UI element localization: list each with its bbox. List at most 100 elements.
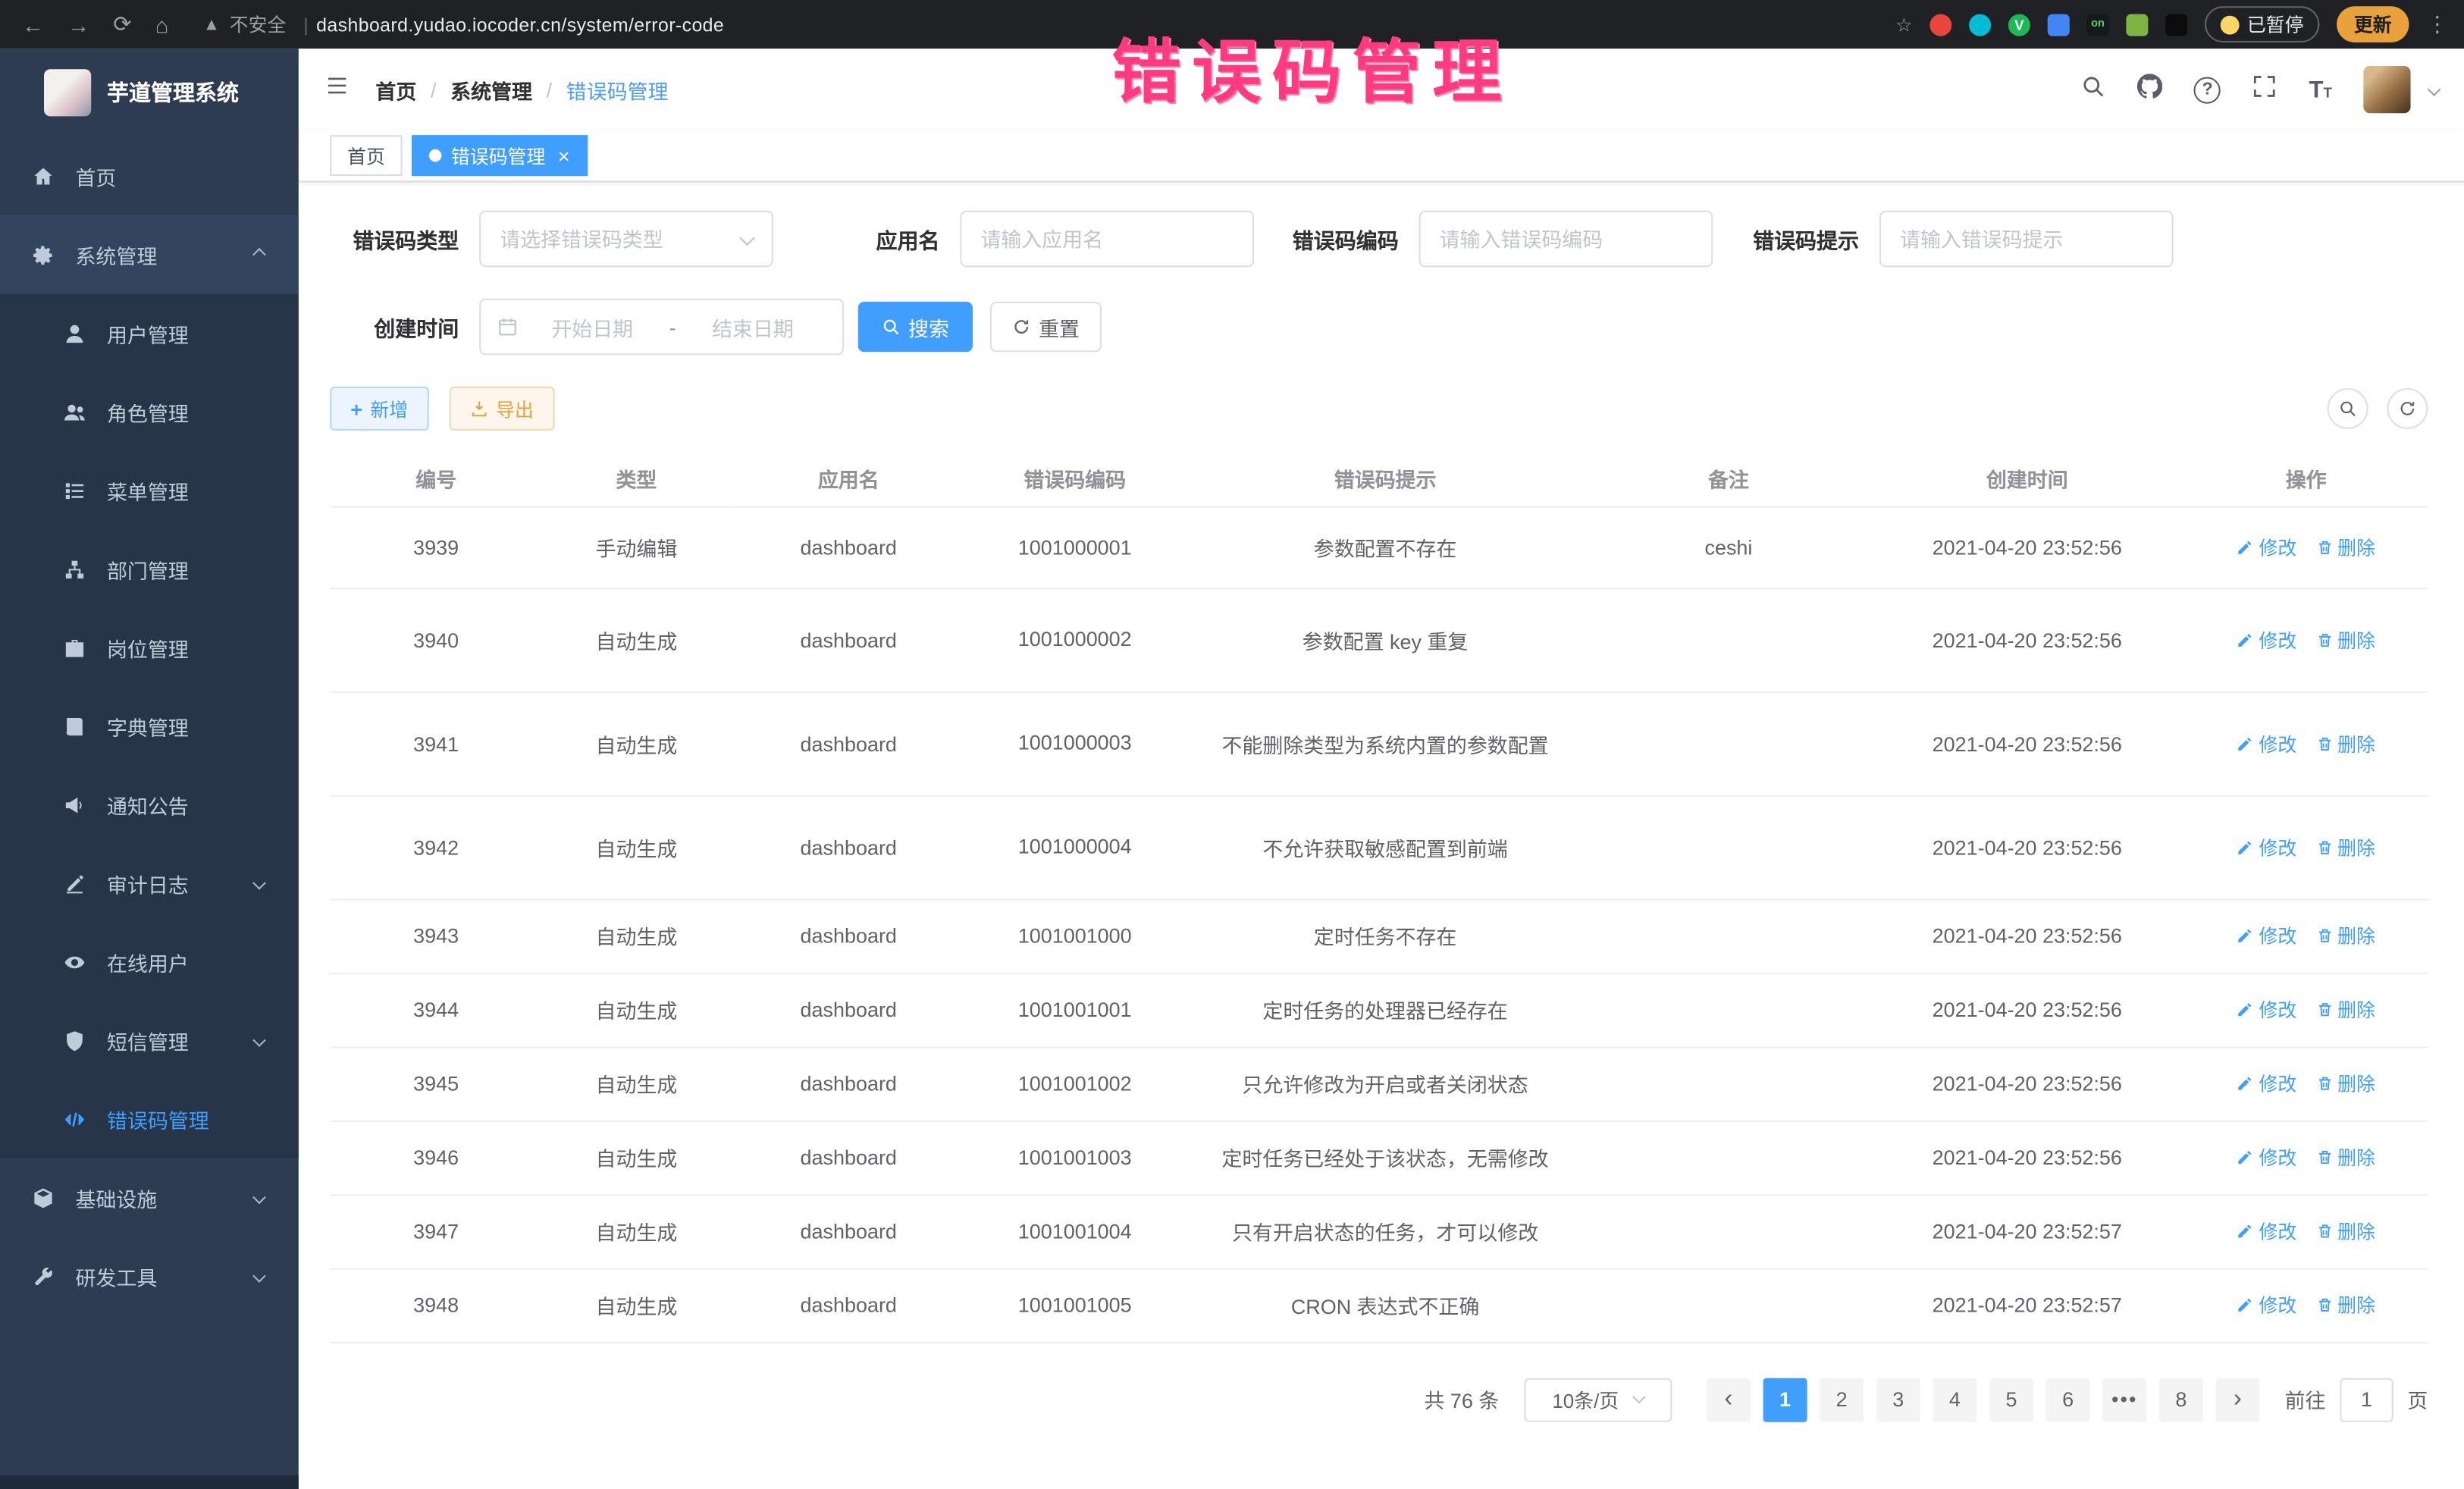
delete-link[interactable]: 删除 xyxy=(2315,730,2375,757)
extension-vue-icon[interactable]: V xyxy=(2008,14,2030,36)
back-icon[interactable]: ← xyxy=(22,12,44,37)
extension-grid-icon[interactable] xyxy=(2048,14,2070,36)
page-size-select[interactable]: 10条/页 xyxy=(1524,1378,1672,1422)
font-size-icon[interactable]: TT xyxy=(2309,77,2331,103)
page-button-2[interactable]: 2 xyxy=(1820,1378,1864,1422)
delete-link[interactable]: 删除 xyxy=(2315,923,2375,949)
browser-home-icon[interactable]: ⌂ xyxy=(155,12,169,37)
sidebar-item-post-management[interactable]: 岗位管理 xyxy=(0,608,299,687)
goto-page-input[interactable] xyxy=(2340,1378,2393,1422)
edit-link[interactable]: 修改 xyxy=(2237,1144,2296,1171)
more-pages-button[interactable]: ••• xyxy=(2102,1378,2146,1422)
sidebar-item-dict-management[interactable]: 字典管理 xyxy=(0,687,299,766)
page-button-5[interactable]: 5 xyxy=(1989,1378,2033,1422)
sidebar-collapse-bar[interactable] xyxy=(0,1475,299,1489)
delete-link[interactable]: 删除 xyxy=(2315,534,2375,560)
sidebar-menu: 首页系统管理用户管理角色管理菜单管理部门管理岗位管理字典管理通知公告审计日志在线… xyxy=(0,136,299,1315)
close-tab-icon[interactable]: × xyxy=(558,144,570,168)
help-icon[interactable]: ? xyxy=(2194,77,2221,103)
github-icon[interactable] xyxy=(2138,73,2163,106)
error-type-input[interactable] xyxy=(479,211,773,268)
search-button[interactable]: 搜索 xyxy=(858,302,973,352)
refresh-table-icon[interactable] xyxy=(2387,388,2428,429)
sidebar-item-user-management[interactable]: 用户管理 xyxy=(0,294,299,373)
add-button[interactable]: + 新增 xyxy=(330,387,428,431)
sidebar-item-audit-log[interactable]: 审计日志 xyxy=(0,844,299,923)
extension-leaf-icon[interactable] xyxy=(2126,14,2148,36)
error-type-select[interactable] xyxy=(479,211,773,268)
sidebar-item-dept-management[interactable]: 部门管理 xyxy=(0,529,299,608)
avatar[interactable] xyxy=(2363,66,2410,113)
url-bar[interactable]: dashboard.yudao.iocoder.cn/system/error-… xyxy=(316,14,1895,36)
start-date-placeholder[interactable]: 开始日期 xyxy=(519,312,666,341)
tab-error-code[interactable]: 错误码管理× xyxy=(412,135,587,176)
page-button-8[interactable]: 8 xyxy=(2159,1378,2203,1422)
tab-home[interactable]: 首页 xyxy=(330,135,402,176)
sidebar-item-role-management[interactable]: 角色管理 xyxy=(0,372,299,451)
bookmark-star-icon[interactable]: ☆ xyxy=(1895,14,1912,36)
paused-badge[interactable]: 已暂停 xyxy=(2205,6,2319,42)
edit-link[interactable]: 修改 xyxy=(2237,923,2296,949)
delete-link[interactable]: 删除 xyxy=(2315,626,2375,653)
end-date-placeholder[interactable]: 结束日期 xyxy=(679,312,826,341)
sidebar-item-label: 部门管理 xyxy=(107,554,189,584)
prev-page-button[interactable]: ‹ xyxy=(1707,1378,1751,1422)
delete-link[interactable]: 删除 xyxy=(2315,1071,2375,1097)
edit-link[interactable]: 修改 xyxy=(2237,1071,2296,1097)
breadcrumb-home[interactable]: 首页 xyxy=(375,74,416,104)
page-button-3[interactable]: 3 xyxy=(1876,1378,1920,1422)
extension-on-icon[interactable]: on xyxy=(2086,14,2108,36)
sidebar-item-notice[interactable]: 通知公告 xyxy=(0,765,299,844)
update-button[interactable]: 更新 xyxy=(2337,6,2409,42)
reset-button[interactable]: 重置 xyxy=(990,302,1102,352)
next-page-button[interactable]: › xyxy=(2215,1378,2259,1422)
sidebar-item-home[interactable]: 首页 xyxy=(0,136,299,215)
edit-link[interactable]: 修改 xyxy=(2237,1218,2296,1244)
extension-record-icon[interactable] xyxy=(1930,14,1951,36)
delete-link[interactable]: 删除 xyxy=(2315,996,2375,1023)
error-code-field[interactable] xyxy=(1419,211,1713,268)
search-icon[interactable] xyxy=(2081,73,2106,106)
browser-menu-icon[interactable]: ⋮ xyxy=(2426,11,2448,38)
collapse-sidebar-icon[interactable] xyxy=(324,74,350,105)
breadcrumb-system[interactable]: 系统管理 xyxy=(450,74,532,104)
delete-link[interactable]: 删除 xyxy=(2315,1292,2375,1318)
error-code-input[interactable] xyxy=(1419,211,1713,268)
export-button[interactable]: 导出 xyxy=(449,387,554,431)
extension-drop-icon[interactable] xyxy=(1969,14,1991,36)
app-name-input[interactable] xyxy=(960,211,1254,268)
extensions-puzzle-icon[interactable] xyxy=(2165,14,2187,36)
edit-link[interactable]: 修改 xyxy=(2237,834,2296,860)
edit-link[interactable]: 修改 xyxy=(2237,626,2296,653)
delete-link[interactable]: 删除 xyxy=(2315,1144,2375,1171)
delete-link[interactable]: 删除 xyxy=(2315,1218,2375,1244)
delete-link[interactable]: 删除 xyxy=(2315,834,2375,860)
site-security-chip[interactable]: ▲ 不安全 | xyxy=(203,11,316,38)
sidebar-item-menu-management[interactable]: 菜单管理 xyxy=(0,451,299,530)
show-search-icon[interactable] xyxy=(2328,388,2368,429)
chip-divider: | xyxy=(303,14,308,36)
sidebar-item-error-code-management[interactable]: 错误码管理 xyxy=(0,1080,299,1158)
edit-link[interactable]: 修改 xyxy=(2237,730,2296,757)
forward-icon[interactable]: → xyxy=(67,12,89,37)
reload-icon[interactable]: ⟳ xyxy=(113,11,131,38)
sidebar-item-sms-management[interactable]: 短信管理 xyxy=(0,1001,299,1080)
sidebar-item-online-user[interactable]: 在线用户 xyxy=(0,923,299,1002)
edit-link[interactable]: 修改 xyxy=(2237,534,2296,560)
page-button-4[interactable]: 4 xyxy=(1933,1378,1977,1422)
page-button-1[interactable]: 1 xyxy=(1763,1378,1807,1422)
sidebar-item-dev-tools[interactable]: 研发工具 xyxy=(0,1237,299,1315)
app-name-field[interactable] xyxy=(960,211,1254,268)
sidebar-item-infrastructure[interactable]: 基础设施 xyxy=(0,1158,299,1237)
date-range-picker[interactable]: 开始日期 - 结束日期 xyxy=(479,299,844,356)
edit-link[interactable]: 修改 xyxy=(2237,1292,2296,1318)
page-button-6[interactable]: 6 xyxy=(2046,1378,2090,1422)
error-msg-field[interactable] xyxy=(1879,211,2174,268)
col-type: 类型 xyxy=(542,453,731,506)
edit-link[interactable]: 修改 xyxy=(2237,996,2296,1023)
app-logo[interactable]: 芋道管理系统 xyxy=(0,49,299,136)
fullscreen-icon[interactable] xyxy=(2252,73,2277,106)
chevron-down-icon[interactable] xyxy=(2428,83,2441,96)
sidebar-item-system-management[interactable]: 系统管理 xyxy=(0,215,299,294)
error-msg-input[interactable] xyxy=(1879,211,2174,268)
